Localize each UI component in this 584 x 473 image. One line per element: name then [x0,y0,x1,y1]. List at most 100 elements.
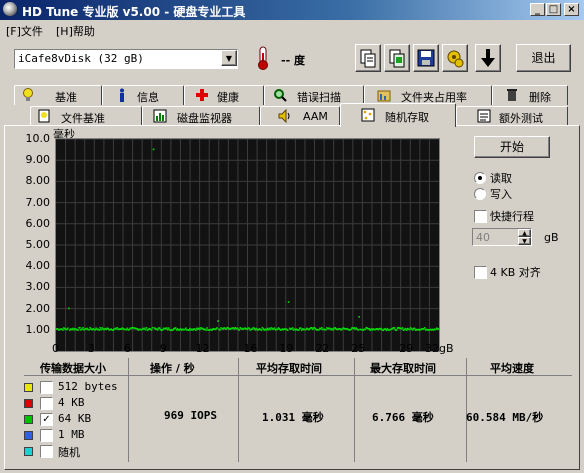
minimize-button[interactable]: _ [530,3,545,16]
folder-usage-icon [377,90,391,102]
drive-select[interactable]: iCafe8vDisk (32 gB) ▼ [14,49,238,69]
y-tick-label: 9.00 [25,153,51,167]
title-bar[interactable]: HD Tune 专业版 v5.00 - 硬盘专业工具 _ □ × [0,0,584,20]
tab-health[interactable]: 健康 [184,85,264,105]
spin-up-icon[interactable]: ▲ [518,229,531,237]
data-point [408,328,411,331]
tab-benchmark[interactable]: 基准 [14,85,102,105]
save-button[interactable] [413,44,439,72]
data-point [216,327,218,329]
read-radio[interactable] [474,172,486,184]
tab-error-scan[interactable]: 错误扫描 [264,85,364,105]
short-stroke-checkbox[interactable] [474,210,487,223]
data-point [185,327,187,330]
data-point [67,327,69,330]
col-divider [128,358,129,462]
block-size-label: 4 KB [58,396,85,409]
tab-extra-tests[interactable]: 额外测试 [456,106,568,126]
data-point [79,326,81,329]
tab-disk-monitor[interactable]: 磁盘监视器 [142,106,260,126]
col-divider [354,358,355,462]
data-point [287,301,290,303]
data-point [312,328,314,331]
tab-random-access[interactable]: 随机存取 [340,103,456,127]
data-point [68,307,70,310]
read-label: 读取 [490,172,512,185]
data-point [99,327,101,329]
data-point [318,329,320,331]
block-size-label: 1 MB [58,428,85,441]
random-access-icon [361,108,375,122]
copy-screen-icon [389,49,405,68]
data-point [167,327,170,329]
tab-folder-usage[interactable]: 文件夹占用率 [364,85,492,105]
data-point [423,327,426,329]
data-point [413,327,416,330]
data-point [297,329,300,331]
tab-erase[interactable]: 删除 [492,85,568,105]
save-icon [417,49,435,67]
write-radio[interactable] [474,188,486,200]
align-4kb-checkbox[interactable] [474,266,487,279]
data-point [291,327,294,329]
header-avg-access: 平均存取时间 [256,362,322,375]
x-tick-label: 29 [399,342,414,355]
data-point [357,329,359,331]
data-point [405,329,408,331]
data-point [82,327,84,329]
data-point [248,327,251,330]
block-size-checkbox[interactable] [40,381,53,394]
block-size-checkbox[interactable] [40,397,53,410]
data-point [199,328,201,331]
data-point [325,329,327,331]
info-icon [120,88,124,102]
data-point [364,328,367,331]
options-icon [447,50,464,68]
copy-info-icon [360,49,376,68]
exit-button[interactable]: 退出 [516,44,571,72]
data-point [156,329,159,331]
data-point [89,326,91,329]
copy-screen-button[interactable] [384,44,410,72]
header-ops: 操作 / 秒 [150,362,195,375]
data-point [411,329,414,331]
short-stroke-spinner[interactable]: 40 ▲ ▼ [472,228,532,246]
maximize-button[interactable]: □ [546,3,561,16]
data-point [206,327,208,329]
copy-info-button[interactable] [355,44,381,72]
block-size-checkbox[interactable] [40,429,53,442]
col-divider [238,358,239,462]
spin-down-icon[interactable]: ▼ [518,237,531,245]
chevron-down-icon[interactable]: ▼ [221,50,237,66]
menu-file[interactable]: [F]文件 [6,23,43,39]
menu-help[interactable]: [H]帮助 [56,23,95,39]
y-tick-label: 5.00 [25,238,51,251]
data-point [144,328,147,331]
data-point [358,316,360,318]
chart-plot-area [56,138,440,351]
tab-file-benchmark[interactable]: 文件基准 [30,106,142,126]
data-point [273,327,276,329]
data-point [260,329,263,331]
block-size-checkbox[interactable]: ✓ [40,413,53,426]
block-size-label: 64 KB [58,412,92,425]
speaker-icon [278,109,290,123]
data-point [332,329,334,331]
data-point [219,329,221,331]
y-tick-label: 4.00 [25,259,51,273]
x-tick-label: 0 [52,342,59,355]
block-size-checkbox[interactable] [40,445,53,458]
tab-aam[interactable]: AAM [260,106,340,126]
header-transfer-size: 传输数据大小 [40,362,106,375]
write-label: 写入 [490,188,512,201]
data-point [217,320,219,322]
data-point [158,327,161,329]
download-button[interactable] [475,44,501,72]
options-button[interactable] [442,44,468,72]
tab-info[interactable]: 信息 [102,85,184,105]
close-button[interactable]: × [564,3,579,16]
x-tick-label: 12 [195,342,210,355]
data-point [62,329,64,331]
start-button[interactable]: 开始 [474,136,550,158]
menu-bar: [F]文件 [H]帮助 [0,21,584,39]
